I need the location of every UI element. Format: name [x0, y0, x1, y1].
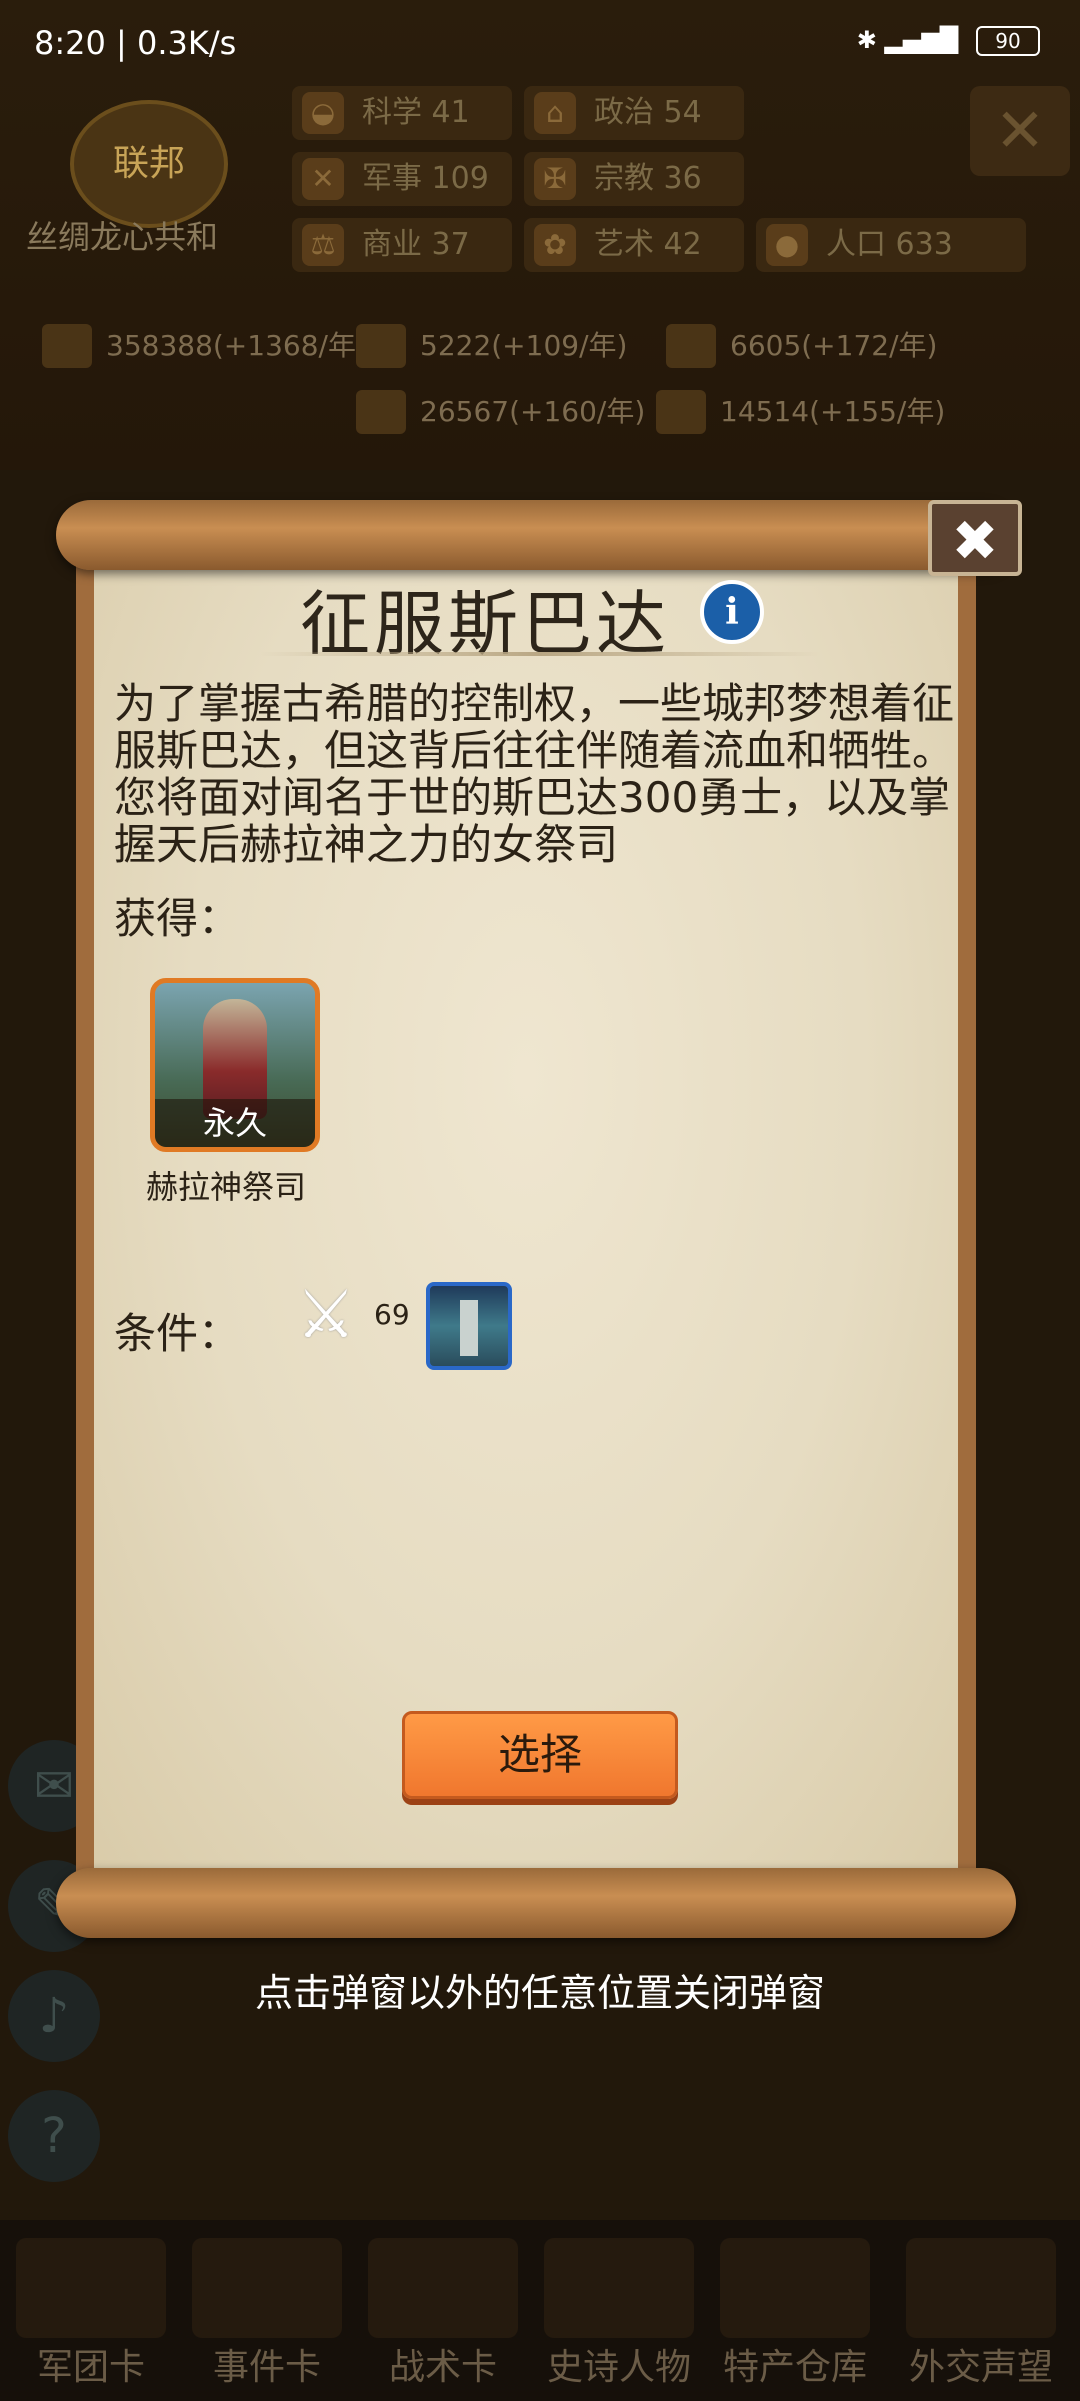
wood-icon [356, 324, 406, 368]
stone-icon [356, 390, 406, 434]
crown-icon [544, 2238, 694, 2338]
status-time: 8:20 | 0.3K/s [34, 24, 237, 62]
stat-science: ◒ 科学 41 [292, 86, 512, 140]
art-icon: ✿ [534, 224, 576, 266]
select-button[interactable]: 选择 [402, 1711, 678, 1799]
help-icon: ? [41, 2108, 67, 2164]
scroll-bottom-rod [56, 1868, 1016, 1938]
bluetooth-icon: ✱ [856, 26, 877, 54]
nation-name: 丝绸龙心共和 [26, 218, 219, 256]
title-divider [260, 652, 820, 656]
iron-icon [666, 324, 716, 368]
bottom-tab-epic[interactable]: 史诗人物 [534, 2238, 704, 2388]
bottom-tab-event[interactable]: 事件卡 [182, 2238, 352, 2388]
reward-duration-tag: 永久 [155, 1099, 315, 1147]
stat-politics: ⌂ 政治 54 [524, 86, 744, 140]
population-icon: ● [766, 224, 808, 266]
resource-stone: 26567(+160/年) [350, 388, 700, 436]
popup-description: 为了掌握古希腊的控制权，一些城邦梦想着征服斯巴达，但这背后往往伴随着流血和牺牲。… [114, 679, 955, 869]
battery-icon: 90 [976, 26, 1040, 56]
condition-card[interactable] [426, 1282, 512, 1370]
letter-icon [906, 2238, 1056, 2338]
bottom-tab-tactic[interactable]: 战术卡 [358, 2238, 528, 2388]
food-icon [656, 390, 706, 434]
helmet-icon [16, 2238, 166, 2338]
gold-icon [42, 324, 92, 368]
chat-icon: ✉ [33, 1758, 75, 1814]
crossed-swords-icon: ⚔ [296, 1276, 356, 1353]
resource-iron: 6605(+172/年) [660, 322, 1010, 370]
bottom-tab-diplomacy[interactable]: 外交声望 [886, 2238, 1076, 2388]
bottom-tab-legion[interactable]: 军团卡 [6, 2238, 176, 2388]
status-bar: 8:20 | 0.3K/s ✱ ▂▄▆█ 90 [0, 0, 1080, 90]
politics-icon: ⌂ [534, 92, 576, 134]
scroll-top-rod [56, 500, 1016, 570]
temple-icon [460, 1300, 478, 1356]
commerce-icon: ⚖ [302, 224, 344, 266]
military-icon: ✕ [302, 158, 344, 200]
obtain-label: 获得： [114, 894, 241, 943]
resource-food: 14514(+155/年) [650, 388, 1020, 436]
condition-military-value: 69 [374, 1298, 410, 1331]
signal-icon: ▂▄▆█ [884, 26, 959, 54]
stat-population: ● 人口 633 [756, 218, 1026, 272]
reward-card[interactable]: 永久 [150, 978, 320, 1152]
popup-close-button[interactable]: ✖ [928, 500, 1022, 576]
scroll-icon [192, 2238, 342, 2338]
condition-label: 条件： [114, 1309, 241, 1358]
reward-name: 赫拉神祭司 [146, 1168, 307, 1206]
stat-commerce: ⚖ 商业 37 [292, 218, 512, 272]
stat-military: ✕ 军事 109 [292, 152, 512, 206]
stat-art: ✿ 艺术 42 [524, 218, 744, 272]
nation-emblem[interactable]: 联邦 [70, 100, 228, 228]
chest-icon [720, 2238, 870, 2338]
info-icon[interactable]: i [700, 580, 764, 644]
stat-religion: ✠ 宗教 36 [524, 152, 744, 206]
close-panel-button[interactable]: ✕ [970, 86, 1070, 176]
close-hint: 点击弹窗以外的任意位置关闭弹窗 [254, 1971, 825, 2015]
status-icons: ✱ ▂▄▆█ 90 [857, 26, 1040, 56]
science-icon: ◒ [302, 92, 344, 134]
resource-wood: 5222(+109/年) [350, 322, 700, 370]
tactic-icon [368, 2238, 518, 2338]
side-help-button[interactable]: ? [8, 2090, 100, 2182]
bottom-tab-warehouse[interactable]: 特产仓库 [710, 2238, 880, 2388]
religion-icon: ✠ [534, 158, 576, 200]
